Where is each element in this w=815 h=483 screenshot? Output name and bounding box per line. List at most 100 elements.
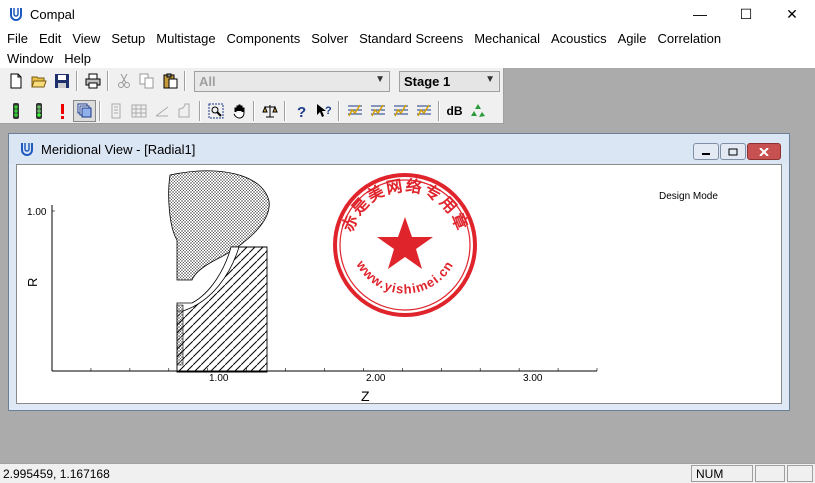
status-pane-empty (755, 465, 785, 482)
toolbar-area: All ▼ Stage 1 ▼ ? ? dB (0, 68, 504, 124)
exclamation-icon (60, 104, 64, 119)
x-tick-label-2: 2.00 (366, 373, 386, 384)
child-restore-button[interactable] (720, 143, 746, 160)
app-titlebar: Compal — ☐ ✕ (0, 0, 815, 28)
cascade-windows-icon (77, 103, 91, 118)
copy-icon (139, 73, 153, 89)
statusbar: 2.995459, 1.167168 NUM (0, 463, 815, 483)
grid-view-button[interactable] (127, 100, 150, 122)
stage-combo[interactable]: Stage 1 ▼ (399, 71, 500, 92)
decibel-button[interactable]: dB (443, 100, 466, 122)
stack-plot-3-button[interactable] (389, 100, 412, 122)
menubar: File Edit View Setup Multistage Components Sol… (0, 28, 815, 68)
zoom-magnifier-icon (208, 103, 223, 119)
child-window-titlebar[interactable]: Meridional View - [Radial1] (9, 134, 789, 164)
pan-button[interactable] (227, 100, 250, 122)
svg-text:?: ? (297, 104, 306, 119)
num-lock-indicator: NUM (691, 465, 753, 482)
child-close-button[interactable] (747, 143, 781, 160)
menu-edit[interactable]: Edit (39, 31, 61, 46)
inlet-strip-shape (176, 304, 184, 366)
blade-view-button[interactable] (150, 100, 173, 122)
traffic-light-icon (12, 103, 19, 119)
x-tick-label-1: 1.00 (209, 373, 229, 384)
toolbar-separator (76, 71, 78, 91)
menu-multistage[interactable]: Multistage (156, 31, 215, 46)
meridional-plot-area[interactable]: 1.00 2.00 3.00 1.00 Z R Design Mode 赤是美网… (16, 164, 782, 404)
chevron-down-icon: ▼ (375, 74, 385, 85)
cascade-windows-button[interactable] (73, 100, 96, 122)
toolbar-separator (438, 101, 440, 121)
paste-clipboard-icon (163, 73, 177, 89)
stacked-lines-icon (416, 104, 431, 117)
page-view-button[interactable] (104, 100, 127, 122)
x-tick-label-3: 3.00 (523, 373, 543, 384)
alert-button[interactable] (50, 100, 73, 122)
cut-button[interactable] (112, 70, 135, 92)
chevron-down-icon: ▼ (485, 74, 495, 85)
new-file-button[interactable] (4, 70, 27, 92)
menu-agile[interactable]: Agile (618, 31, 647, 46)
menu-acoustics[interactable]: Acoustics (551, 31, 607, 46)
stack-plot-1-button[interactable] (343, 100, 366, 122)
close-button[interactable]: ✕ (769, 0, 815, 28)
status-pane-empty (787, 465, 813, 482)
app-title: Compal (30, 6, 75, 22)
copy-button[interactable] (135, 70, 158, 92)
toolbar-separator (284, 101, 286, 121)
balance-button[interactable] (258, 100, 281, 122)
menu-file[interactable]: File (7, 31, 28, 46)
cursor-coordinates: 2.995459, 1.167168 (3, 466, 110, 481)
hub-shape-icon (178, 103, 189, 118)
stage-combo-value: Stage 1 (404, 74, 451, 89)
traffic-light-icon (35, 103, 42, 119)
menu-standard-screens[interactable]: Standard Screens (359, 31, 463, 46)
open-file-button[interactable] (27, 70, 50, 92)
print-button[interactable] (81, 70, 104, 92)
minimize-icon (702, 152, 710, 155)
hub-view-button[interactable] (173, 100, 196, 122)
stack-plot-2-button[interactable] (366, 100, 389, 122)
context-help-icon: ? (316, 104, 332, 117)
meridional-chart: 1.00 2.00 3.00 1.00 Z R Design Mode 赤是美网… (25, 170, 718, 404)
menu-setup[interactable]: Setup (111, 31, 145, 46)
zoom-button[interactable] (204, 100, 227, 122)
hand-pan-icon (233, 104, 244, 119)
stacked-lines-icon (370, 104, 385, 117)
component-combo[interactable]: All ▼ (194, 71, 390, 92)
compal-app-icon (21, 143, 33, 156)
printer-icon (85, 73, 100, 89)
compal-app-icon (10, 8, 22, 21)
child-window-title: Meridional View - [Radial1] (41, 141, 196, 157)
menu-components[interactable]: Components (227, 31, 301, 46)
stack-plot-4-button[interactable] (412, 100, 435, 122)
minimize-button[interactable]: — (677, 0, 723, 28)
recycle-button[interactable] (466, 100, 489, 122)
menu-mechanical[interactable]: Mechanical (474, 31, 540, 46)
page-icon (111, 103, 120, 119)
context-help-button[interactable]: ? (312, 100, 335, 122)
menu-help[interactable]: Help (64, 51, 91, 66)
menu-window[interactable]: Window (7, 51, 53, 66)
help-button[interactable]: ? (289, 100, 312, 122)
restore-icon (728, 148, 738, 155)
child-minimize-button[interactable] (693, 143, 719, 160)
x-axis-label: Z (361, 388, 370, 404)
save-button[interactable] (50, 70, 73, 92)
maximize-button[interactable]: ☐ (723, 0, 769, 28)
stacked-lines-icon (393, 104, 408, 117)
question-mark-icon: ? (297, 104, 306, 119)
menu-correlation[interactable]: Correlation (658, 31, 722, 46)
blade-icon (155, 106, 168, 117)
paste-button[interactable] (158, 70, 181, 92)
traffic-light-green-button[interactable] (27, 100, 50, 122)
save-disk-icon (54, 74, 69, 88)
toolbar-separator (338, 101, 340, 121)
design-mode-label: Design Mode (659, 191, 718, 202)
traffic-light-red-button[interactable] (4, 100, 27, 122)
new-file-icon (10, 73, 21, 89)
menu-solver[interactable]: Solver (311, 31, 348, 46)
star-icon (377, 217, 433, 269)
y-axis-label: R (25, 278, 40, 287)
menu-view[interactable]: View (72, 31, 100, 46)
